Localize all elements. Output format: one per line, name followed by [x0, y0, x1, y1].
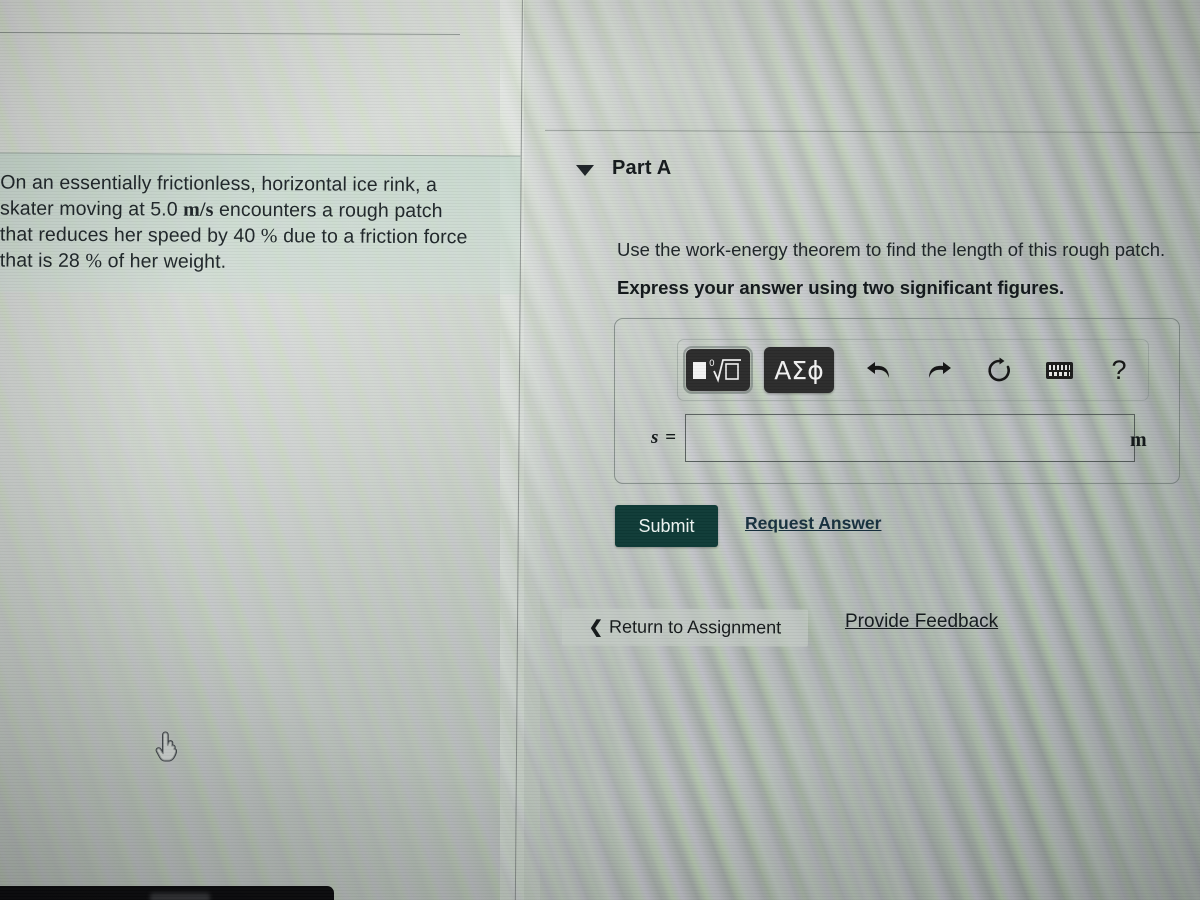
undo-icon[interactable] — [856, 347, 902, 393]
question-line-2-b: encounters a rough patch — [213, 198, 443, 223]
math-toolbar: 0 ΑΣϕ ? — [677, 339, 1149, 401]
part-title: Part A — [612, 157, 672, 179]
part-a-pane: Part A Use the work-energy theorem to fi… — [524, 0, 1200, 900]
part-a-header[interactable]: Part A — [576, 157, 671, 180]
answer-input[interactable] — [685, 414, 1135, 462]
percent-sign-1: % — [260, 225, 278, 248]
question-statement: On an essentially frictionless, horizont… — [0, 152, 521, 295]
part-prompt-bold: Express your answer using two significan… — [617, 277, 1065, 298]
redo-icon[interactable] — [916, 347, 962, 393]
keyboard-icon[interactable] — [1036, 347, 1082, 393]
answer-panel: 0 ΑΣϕ ? s = — [614, 318, 1180, 484]
submit-button[interactable]: Submit — [615, 505, 718, 547]
chevron-left-icon: ❮ — [588, 616, 604, 637]
request-answer-link[interactable]: Request Answer — [745, 513, 881, 534]
return-to-assignment-button[interactable]: ❮ Return to Assignment — [561, 608, 809, 647]
question-line-4-a: that is 28 — [0, 249, 86, 272]
pane-divider — [514, 0, 523, 900]
pointing-hand-cursor — [154, 731, 180, 763]
bottom-bezel-highlight — [150, 893, 210, 900]
provide-feedback-link[interactable]: Provide Feedback — [845, 611, 998, 633]
ui-layer: On an essentially frictionless, horizont… — [0, 0, 1200, 900]
part-prompt: Use the work-energy theorem to find the … — [617, 239, 1166, 260]
question-line-3-a: that reduces her speed by 40 — [0, 223, 261, 248]
variable-label: s = — [651, 427, 677, 448]
reset-icon[interactable] — [976, 347, 1022, 393]
radical-icon: 0 — [709, 355, 743, 385]
template-radical-button[interactable]: 0 — [683, 346, 753, 394]
return-to-assignment-label: Return to Assignment — [609, 616, 782, 638]
answer-unit-label: m — [1130, 429, 1147, 451]
question-line-4-b: of her weight. — [102, 250, 227, 273]
svg-text:0: 0 — [709, 359, 715, 369]
percent-sign-2: % — [85, 249, 103, 273]
divider-top-left — [0, 31, 461, 36]
template-box-icon — [693, 361, 706, 379]
question-line-2-a: skater moving at 5.0 — [0, 197, 184, 221]
chevron-down-icon[interactable] — [576, 164, 594, 176]
help-icon[interactable]: ? — [1096, 347, 1142, 393]
question-line-3-b: due to a friction force — [277, 225, 468, 249]
question-text: On an essentially frictionless, horizont… — [0, 169, 506, 276]
photographed-screen: On an essentially frictionless, horizont… — [0, 0, 1200, 900]
unit-meters-per-second: m/s — [183, 198, 214, 221]
answer-input-row: s = — [631, 414, 1135, 462]
greek-symbols-button[interactable]: ΑΣϕ — [764, 347, 834, 393]
question-line-1: On an essentially frictionless, horizont… — [0, 171, 438, 197]
